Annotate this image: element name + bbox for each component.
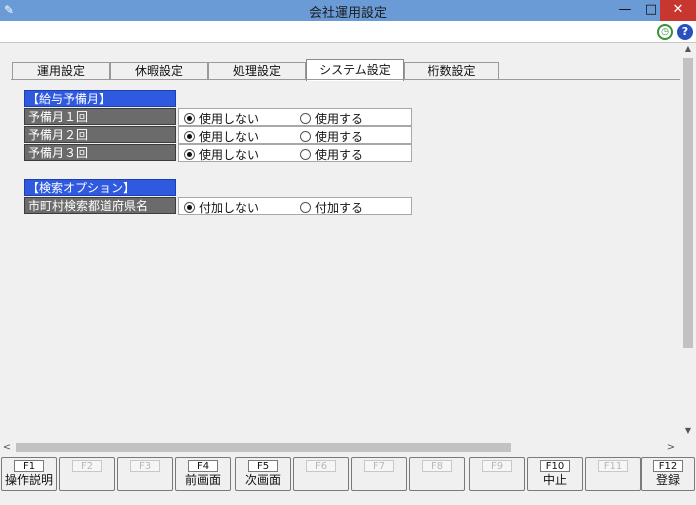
row-label-spare-month-1: 予備月１回 <box>24 108 176 125</box>
radio-empty-icon <box>300 201 311 213</box>
radio-not-append[interactable]: 付加しない <box>184 200 259 215</box>
radio-append[interactable]: 付加する <box>300 200 363 215</box>
clock-icon[interactable]: ◷ <box>657 24 673 40</box>
tab-digits[interactable]: 桁数設定 <box>404 62 499 80</box>
radio-not-use[interactable]: 使用しない <box>184 111 259 126</box>
f2-button[interactable]: F2 <box>59 457 115 491</box>
title-bar: ✎ 会社運用設定 — □ ✕ <box>0 0 696 21</box>
f6-button[interactable]: F6 <box>293 457 349 491</box>
radio-empty-icon <box>300 112 311 124</box>
vertical-scrollbar[interactable]: ▲ ▼ <box>680 44 696 440</box>
tab-processing[interactable]: 処理設定 <box>208 62 306 80</box>
radio-selected-icon <box>184 148 195 160</box>
close-button[interactable]: ✕ <box>660 0 696 21</box>
help-icon[interactable]: ? <box>677 24 693 40</box>
f7-button[interactable]: F7 <box>351 457 407 491</box>
f5-button[interactable]: F5 次画面 <box>235 457 291 491</box>
radio-not-use[interactable]: 使用しない <box>184 129 259 144</box>
scroll-left-icon[interactable]: < <box>0 440 14 455</box>
function-key-bar: F1 操作説明 F2 F3 F4 前画面 F5 次画面 F6 F7 F8 F9 F10… <box>0 457 696 505</box>
f8-button[interactable]: F8 <box>409 457 465 491</box>
tab-system[interactable]: システム設定 <box>306 59 404 81</box>
row-label-spare-month-3: 予備月３回 <box>24 144 176 161</box>
tab-operation[interactable]: 運用設定 <box>12 62 110 80</box>
radio-use[interactable]: 使用する <box>300 129 363 144</box>
radio-group-spare-month-1: 使用しない 使用する <box>178 108 412 126</box>
f3-button[interactable]: F3 <box>117 457 173 491</box>
radio-group-spare-month-2: 使用しない 使用する <box>178 126 412 144</box>
tab-leave[interactable]: 休暇設定 <box>110 62 208 80</box>
f1-button[interactable]: F1 操作説明 <box>1 457 57 491</box>
row-label-spare-month-2: 予備月２回 <box>24 126 176 143</box>
radio-group-spare-month-3: 使用しない 使用する <box>178 144 412 162</box>
radio-group-prefecture-name: 付加しない 付加する <box>178 197 412 215</box>
scroll-up-icon[interactable]: ▲ <box>680 44 696 56</box>
f4-button[interactable]: F4 前画面 <box>175 457 231 491</box>
f12-button[interactable]: F12 登録 <box>641 457 695 491</box>
row-label-prefecture-name: 市町村検索都道府県名 <box>24 197 176 214</box>
radio-empty-icon <box>300 148 311 160</box>
radio-selected-icon <box>184 112 195 124</box>
horizontal-scroll-thumb[interactable] <box>16 443 511 452</box>
radio-selected-icon <box>184 130 195 142</box>
section-header-bonus: 【給与予備月】 <box>24 90 176 107</box>
f11-button[interactable]: F11 <box>585 457 641 491</box>
scroll-down-icon[interactable]: ▼ <box>680 426 696 438</box>
radio-not-use[interactable]: 使用しない <box>184 147 259 162</box>
f10-button[interactable]: F10 中止 <box>527 457 583 491</box>
section-header-search: 【検索オプション】 <box>24 179 176 196</box>
radio-empty-icon <box>300 130 311 142</box>
radio-use[interactable]: 使用する <box>300 147 363 162</box>
vertical-scroll-thumb[interactable] <box>683 58 693 348</box>
window-title: 会社運用設定 <box>308 6 387 21</box>
scroll-right-icon[interactable]: > <box>664 440 678 455</box>
radio-selected-icon <box>184 201 195 213</box>
f9-button[interactable]: F9 <box>469 457 525 491</box>
toolbar: ◷ ? <box>0 21 696 43</box>
horizontal-scrollbar[interactable]: < > <box>0 440 680 455</box>
radio-use[interactable]: 使用する <box>300 111 363 126</box>
minimize-button[interactable]: — <box>612 0 638 21</box>
